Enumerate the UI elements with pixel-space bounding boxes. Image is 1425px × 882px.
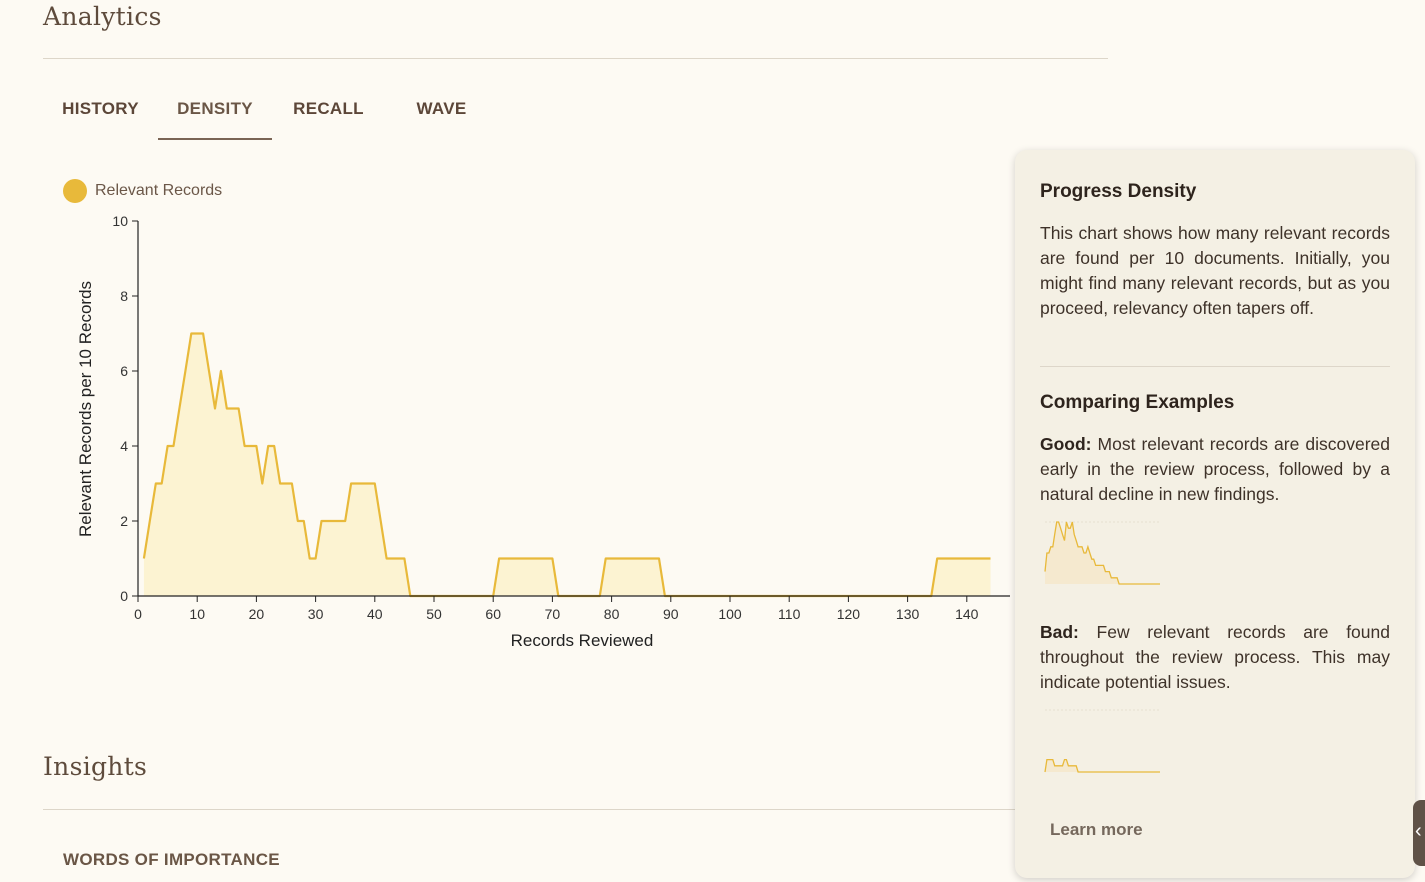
bad-label: Bad: xyxy=(1040,622,1079,642)
good-example-text: Good: Most relevant records are discover… xyxy=(1040,432,1390,507)
y-axis-label: Relevant Records per 10 Records xyxy=(76,281,95,537)
popover-divider xyxy=(1040,366,1390,367)
x-tick-label: 130 xyxy=(896,606,920,622)
bad-description: Few relevant records are found throughou… xyxy=(1040,622,1390,692)
y-tick-label: 4 xyxy=(120,438,128,454)
chevron-left-icon: ‹ xyxy=(1415,820,1422,842)
density-help-popover: Progress Density This chart shows how ma… xyxy=(1015,150,1415,878)
x-tick-label: 100 xyxy=(718,606,742,622)
x-tick-label: 0 xyxy=(134,606,142,622)
x-tick-label: 10 xyxy=(189,606,205,622)
x-tick-label: 70 xyxy=(545,606,561,622)
good-example-sparkline xyxy=(1044,521,1160,585)
x-tick-label: 40 xyxy=(367,606,383,622)
y-tick-label: 6 xyxy=(120,363,128,379)
y-tick-label: 2 xyxy=(120,513,128,529)
popover-title: Progress Density xyxy=(1040,181,1197,202)
x-tick-label: 110 xyxy=(778,606,801,622)
words-of-importance-heading: WORDS OF IMPORTANCE xyxy=(63,850,280,869)
insights-title: Insights xyxy=(43,752,148,781)
bad-example-text: Bad: Few relevant records are found thro… xyxy=(1040,620,1390,695)
x-tick-label: 90 xyxy=(663,606,679,622)
x-tick-label: 30 xyxy=(308,606,324,622)
x-tick-label: 50 xyxy=(426,606,442,622)
good-label: Good: xyxy=(1040,434,1092,454)
popover-description: This chart shows how many relevant recor… xyxy=(1040,223,1390,318)
side-panel-toggle[interactable]: ‹ xyxy=(1413,800,1425,866)
x-axis-label: Records Reviewed xyxy=(511,631,654,650)
examples-title: Comparing Examples xyxy=(1040,392,1235,413)
good-description: Most relevant records are discovered ear… xyxy=(1040,434,1390,504)
y-tick-label: 8 xyxy=(120,288,128,304)
x-tick-label: 80 xyxy=(604,606,620,622)
learn-more-link[interactable]: Learn more xyxy=(1050,820,1143,840)
x-tick-label: 120 xyxy=(837,606,861,622)
insights-divider xyxy=(43,809,1108,810)
series-area xyxy=(143,333,991,596)
x-tick-label: 20 xyxy=(249,606,265,622)
sparkline-area xyxy=(1045,522,1160,584)
x-tick-label: 140 xyxy=(955,606,979,622)
y-tick-label: 10 xyxy=(112,213,128,229)
x-tick-label: 60 xyxy=(485,606,501,622)
bad-example-sparkline xyxy=(1044,709,1160,773)
y-tick-label: 0 xyxy=(120,588,128,604)
